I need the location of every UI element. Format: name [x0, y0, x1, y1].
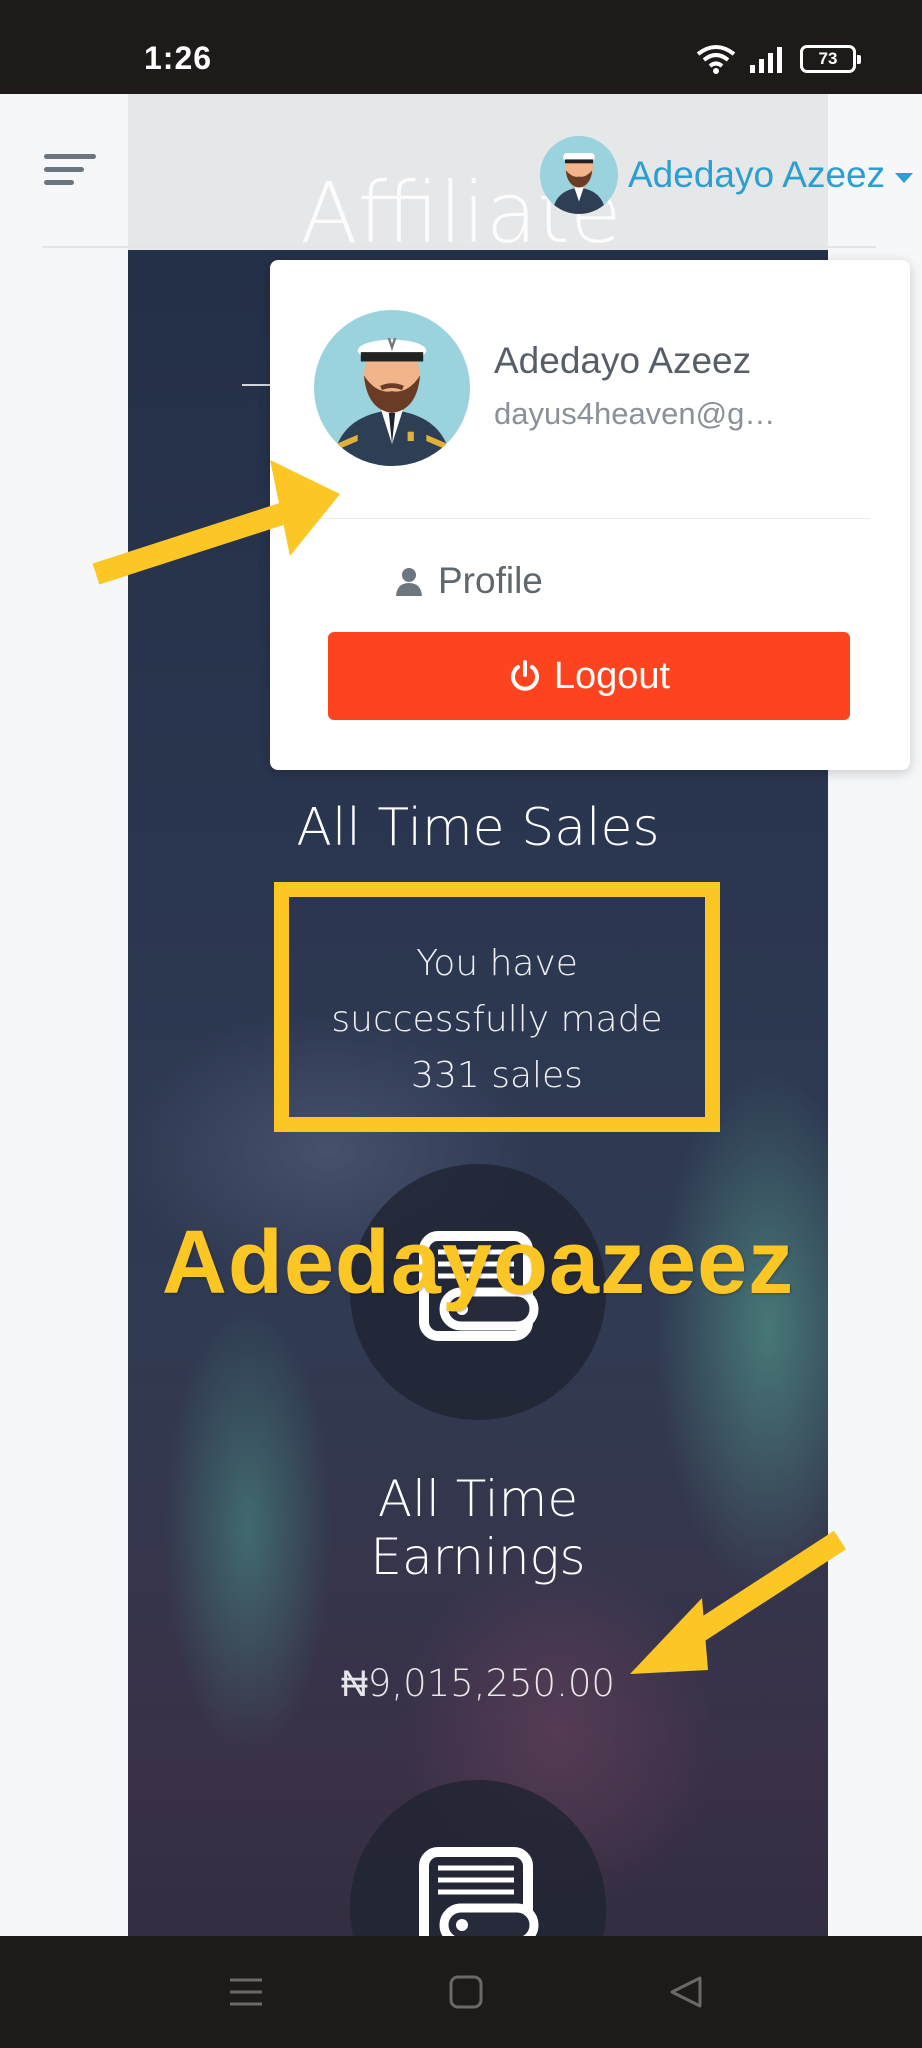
system-nav-bar	[0, 1936, 922, 2048]
caret-down-icon	[895, 173, 914, 183]
earnings-title-line-2: Earnings	[370, 1528, 586, 1586]
earnings-title-line-1: All Time	[377, 1470, 579, 1528]
sales-summary: You have successfully made 331 sales	[280, 936, 714, 1104]
sales-line-2: successfully made	[331, 999, 663, 1040]
status-time: 1:26	[144, 40, 213, 76]
header-divider	[42, 246, 876, 248]
logout-label: Logout	[553, 654, 671, 697]
sales-line-3: 331 sales	[411, 1055, 583, 1096]
back-icon[interactable]	[666, 1972, 706, 2012]
wifi-icon	[696, 45, 736, 74]
sales-line-1: You have	[416, 943, 578, 984]
status-icons: 73	[696, 44, 861, 74]
user-dropdown-menu: Adedayo Azeez dayus4heaven@gm... Profile…	[270, 260, 910, 770]
status-bar: 1:26 73	[0, 0, 922, 94]
logout-button[interactable]: Logout	[328, 632, 850, 720]
profile-label: Profile	[438, 560, 543, 601]
dropdown-divider	[310, 518, 870, 519]
user-menu-toggle[interactable]: Adedayo Azeez	[540, 136, 914, 214]
user-avatar	[540, 136, 618, 214]
user-icon	[396, 568, 422, 596]
earnings-amount: ₦9,015,250.00	[341, 1662, 615, 1705]
earnings-section-title: All Time Earnings	[128, 1470, 828, 1586]
dropdown-avatar	[314, 310, 470, 466]
app-screen: Affiliate Adedayo Azeez Adedayo Azeez da…	[0, 94, 922, 1936]
dropdown-user-name: Adedayo Azeez	[494, 340, 752, 381]
home-icon[interactable]	[446, 1972, 486, 2012]
battery-icon: 73	[800, 45, 861, 73]
header-user-name: Adedayo Azeez	[628, 154, 886, 195]
watermark-text: Adedayoazeez	[161, 1213, 795, 1313]
hamburger-menu-icon[interactable]	[44, 150, 100, 190]
power-icon	[510, 660, 539, 691]
recent-apps-icon[interactable]	[226, 1972, 266, 2012]
profile-menu-item[interactable]: Profile	[394, 560, 543, 602]
dropdown-user-email: dayus4heaven@gm...	[494, 396, 794, 431]
wallet-icon	[419, 1847, 539, 1936]
signal-icon	[750, 47, 782, 73]
sales-section-title: All Time Sales	[296, 798, 660, 858]
